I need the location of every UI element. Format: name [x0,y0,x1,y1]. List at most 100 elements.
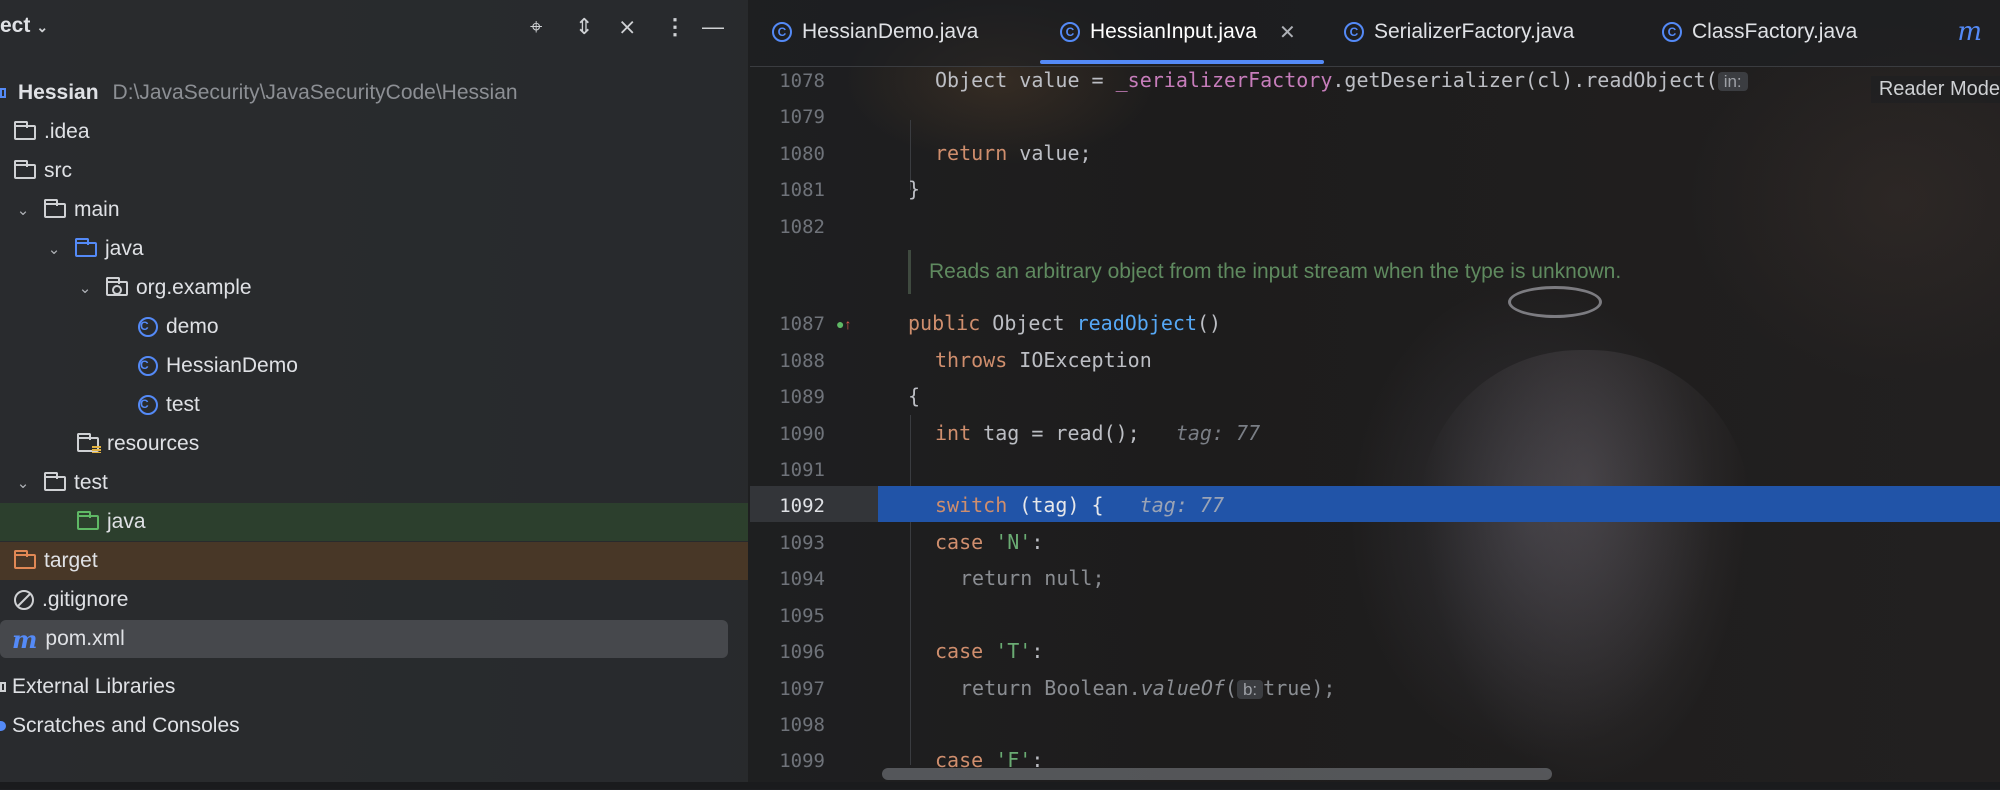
line-number[interactable]: 1093 [750,532,825,554]
line-number[interactable]: 1080 [750,143,825,165]
line-number[interactable]: 1097 [750,678,825,700]
folder-icon [44,198,66,218]
code-line[interactable]: Object value = _serializerFactory.getDes… [935,68,1748,92]
hide-panel-icon[interactable]: — [702,14,724,40]
tree-item-label: demo [166,315,219,338]
tree-item-external-libraries[interactable]: External Libraries [0,668,748,706]
tree-item-src[interactable]: src [0,152,748,190]
line-number[interactable]: 1082 [750,216,825,238]
tree-item-hessiandemo[interactable]: C HessianDemo [0,347,748,385]
folder-icon [14,120,36,140]
close-icon[interactable]: ✕ [1279,20,1296,45]
line-number[interactable]: 1090 [750,423,825,445]
tree-item-demo[interactable]: C demo [0,308,748,346]
tree-item-label: External Libraries [12,675,176,698]
debug-value-hint: tag: 77 [1139,493,1224,517]
tab-serializerfactory[interactable]: C SerializerFactory.java [1344,0,1574,64]
line-number[interactable]: 1087 [750,313,825,335]
tree-item-main[interactable]: ⌄ main [0,191,748,229]
line-number-current[interactable]: 1092 [750,495,825,517]
more-options-icon[interactable]: ⋮ [664,14,686,40]
tree-item-label: .idea [44,120,90,143]
line-number[interactable]: 1081 [750,179,825,201]
line-number[interactable]: 1096 [750,641,825,663]
tree-item-hessian[interactable]: Hessian D:\JavaSecurity\JavaSecurityCode… [0,74,748,112]
chevron-down-icon[interactable]: ⌄ [12,474,34,492]
code-line[interactable]: case 'T': [935,639,1043,663]
tab-hessiandemo[interactable]: C HessianDemo.java [772,0,978,64]
tree-item-idea[interactable]: .idea [0,113,748,151]
tree-item-resources[interactable]: resources [0,425,748,463]
more-tabs-maven-icon[interactable]: m [1957,17,1982,47]
project-panel-title[interactable]: ect ⌄ [0,14,48,38]
tree-item-label: org.example [136,276,252,299]
tree-item-label: test [74,471,108,494]
class-icon: C [138,356,158,376]
collapse-all-icon[interactable]: ⨯ [618,14,636,40]
chevron-down-icon[interactable]: ⌄ [36,19,48,35]
horizontal-scrollbar[interactable] [882,768,1552,780]
scratches-icon [0,721,6,731]
chevron-down-icon[interactable]: ⌄ [43,240,65,258]
tree-item-label: Scratches and Consoles [12,714,240,737]
tree-item-test[interactable]: ⌄ test [0,464,748,502]
code-editor: C HessianDemo.java C HessianInput.java ✕… [750,0,2000,789]
code-line[interactable]: throws IOException [935,348,1152,372]
line-number[interactable]: 1079 [750,106,825,128]
expand-all-icon[interactable]: ⇕ [575,14,593,40]
active-tab-indicator [1040,60,1324,64]
indent-guide [910,415,911,765]
code-line-current[interactable]: switch (tag) { tag: 77 [935,493,1224,517]
tree-item-org-example[interactable]: ⌄ org.example [0,269,748,307]
line-number[interactable]: 1099 [750,750,825,772]
line-number[interactable]: 1098 [750,714,825,736]
line-number[interactable]: 1088 [750,350,825,372]
project-tool-window: ect ⌄ ⌖ ⇕ ⨯ ⋮ — Hessian D:\JavaSecurity\J… [0,0,748,789]
chevron-down-icon[interactable]: ⌄ [74,279,96,297]
implements-method-icon[interactable]: ●↑ [836,316,851,332]
line-number[interactable]: 1091 [750,459,825,481]
class-icon: C [138,395,158,415]
tree-item-main-java[interactable]: ⌄ java [0,230,748,268]
code-line[interactable]: int tag = read(); tag: 77 [935,421,1260,445]
tree-item-target[interactable]: target [0,542,748,580]
tab-hessianinput[interactable]: C HessianInput.java ✕ [1060,0,1296,64]
chevron-down-icon[interactable]: ⌄ [12,201,34,219]
reader-mode-button[interactable]: Reader Mode [1870,76,2000,103]
code-line[interactable]: return Boolean.valueOf(b: true); [960,676,1335,700]
tree-item-label: pom.xml [45,627,125,650]
line-number[interactable]: 1089 [750,386,825,408]
tree-item-label: java [107,510,146,533]
line-number[interactable]: 1094 [750,568,825,590]
tree-item-scratches[interactable]: Scratches and Consoles [0,707,748,745]
tab-classfactory[interactable]: C ClassFactory.java [1662,0,1857,64]
folder-icon [44,471,66,491]
locate-file-icon[interactable]: ⌖ [530,14,542,40]
test-folder-icon [77,510,99,530]
class-icon: C [1662,22,1682,42]
code-line[interactable]: return value; [935,141,1092,165]
tree-item-gitignore[interactable]: .gitignore [0,581,748,619]
code-line[interactable]: } [908,177,920,201]
line-number[interactable]: 1078 [750,70,825,92]
maven-icon: m [12,624,38,654]
class-icon: C [772,22,792,42]
tree-item-label: test [166,393,200,416]
code-line[interactable]: { [908,384,920,408]
excluded-folder-icon [14,549,36,569]
project-path: D:\JavaSecurity\JavaSecurityCode\Hessian [112,81,518,104]
tree-item-label: target [44,549,98,572]
code-line[interactable]: case 'N': [935,530,1043,554]
folder-icon [14,159,36,179]
tree-item-test-class[interactable]: C test [0,386,748,424]
code-line[interactable]: return null; [960,566,1105,590]
line-number[interactable]: 1095 [750,605,825,627]
tree-item-label: main [74,198,120,221]
tab-label: HessianDemo.java [802,20,979,43]
rendered-doc-comment[interactable]: Reads an arbitrary object from the input… [908,250,1621,294]
library-icon [0,682,6,692]
resources-folder-icon [77,432,101,453]
tree-item-test-java[interactable]: java [0,503,748,541]
code-line[interactable]: public Object readObject() [908,311,1221,335]
tree-item-pom-xml[interactable]: m pom.xml [0,620,728,658]
